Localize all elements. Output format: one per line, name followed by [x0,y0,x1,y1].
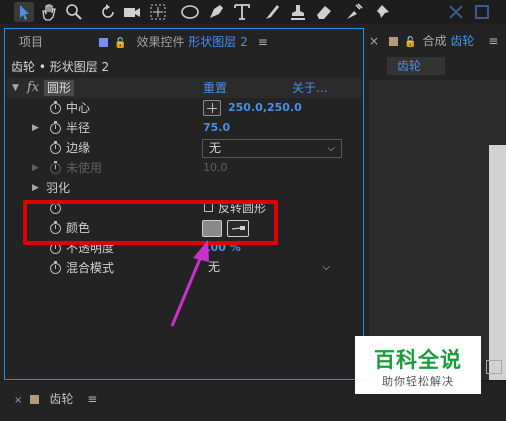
panel-menu-icon[interactable]: ≡ [87,390,97,408]
hand-tool-icon[interactable] [38,2,58,22]
composition-viewer[interactable] [369,80,506,380]
panel-color-icon [389,37,399,46]
zoom-tool-icon[interactable] [64,2,84,22]
stopwatch-icon[interactable] [50,121,61,134]
watermark-subtitle: 助你轻松解决 [382,375,454,388]
fx-toggle-icon[interactable]: fx [27,78,39,98]
type-tool-icon[interactable] [232,2,252,22]
panel-menu-icon[interactable]: ≡ [488,32,498,50]
param-row-edge: 边缘 无 ⌵ [6,138,362,158]
camera-tool-icon[interactable] [122,2,142,22]
tab-project[interactable]: 项目 [19,33,43,51]
stopwatch-icon[interactable] [50,101,61,114]
composition-name[interactable]: 齿轮 [450,34,474,48]
panel-color-icon [30,395,40,404]
close-icon[interactable]: × [14,395,22,406]
brush-tool-icon[interactable] [262,2,282,22]
edge-dropdown[interactable]: 无 ⌵ [202,139,342,158]
puppet-pin-tool-icon[interactable] [374,2,394,22]
tools-toolbar [0,0,506,24]
selection-tool-icon[interactable] [14,2,34,22]
param-group-feather[interactable]: ▶ 羽化 [6,178,362,198]
stopwatch-icon[interactable] [50,261,61,274]
watermark-title: 百科全说 [374,348,462,372]
tab-project-label: 项目 [19,35,44,49]
blend-mode-value: 无 [208,260,221,274]
reset-link[interactable]: 重置 [203,78,227,98]
tab-effects-label: 效果控件 [136,35,185,49]
tab-effect-controls[interactable]: 🔓 效果控件 形状图层 2 ≡ [99,33,268,51]
rotate-tool-icon[interactable] [98,2,118,22]
param-label-feather: 羽化 [46,181,71,195]
composition-panel: × 🔓 合成 齿轮 ≡ 齿轮 [369,28,506,380]
param-row-center: 中心 250.0,250.0 [6,98,362,118]
clone-stamp-tool-icon[interactable] [288,2,308,22]
tab-composition-label: 合成 [422,34,447,48]
param-label-unused: 未使用 [66,161,103,175]
effect-header-row[interactable]: ▼ fx 圆形 重置 关于... [6,78,362,98]
pen-tool-icon[interactable] [206,2,226,22]
composition-canvas[interactable] [489,145,506,380]
eraser-tool-icon[interactable] [314,2,334,22]
breadcrumb: 齿轮 • 形状图层 2 [11,60,110,74]
tab-composition[interactable]: × 🔓 合成 齿轮 ≡ [369,32,498,50]
snapping-icon[interactable] [446,2,466,22]
align-icon[interactable] [472,2,492,22]
roto-brush-tool-icon[interactable] [344,2,364,22]
param-row-blend-mode: 混合模式 无 ⌵ [6,258,362,278]
param-row-radius: ▶ 半径 75.0 [6,118,362,138]
about-link[interactable]: 关于... [292,78,327,98]
panel-menu-icon[interactable]: ≡ [258,33,268,51]
tab-timeline[interactable]: × 齿轮 ≡ [14,390,97,408]
close-icon[interactable]: × [369,34,379,48]
param-value-center[interactable]: 250.0,250.0 [228,98,302,118]
blend-mode-dropdown[interactable]: 无 ⌵ [202,259,336,278]
param-value-radius[interactable]: 75.0 [203,118,230,138]
chevron-down-icon: ⌵ [322,262,330,273]
tab-timeline-label: 齿轮 [49,392,74,406]
param-label-radius: 半径 [66,121,91,135]
expand-triangle-icon[interactable]: ▶ [32,178,39,198]
param-label-blend-mode: 混合模式 [66,261,115,275]
param-row-unused: ▶ 未使用 10.0 [6,158,362,178]
pan-behind-tool-icon[interactable] [148,2,168,22]
watermark-logo: 百科全说 助你轻松解决 [355,336,481,394]
collapse-triangle-icon[interactable]: ▼ [12,78,19,98]
tab-layer-name[interactable]: 形状图层 2 [188,35,247,49]
chevron-down-icon: ⌵ [327,143,335,154]
composition-subtab[interactable]: 齿轮 [387,57,445,75]
param-value-unused: 10.0 [203,161,228,174]
param-label-edge: 边缘 [66,141,91,155]
ellipse-tool-icon[interactable] [180,2,200,22]
stopwatch-icon [50,161,61,174]
effect-name[interactable]: 圆形 [44,80,75,96]
edge-dropdown-value: 无 [209,141,222,155]
panel-color-icon [99,38,108,47]
expand-triangle-icon: ▶ [32,163,39,173]
param-label-center: 中心 [66,101,91,115]
region-of-interest-icon[interactable] [486,360,502,374]
highlight-box [23,200,278,245]
lock-icon[interactable]: 🔓 [404,34,416,52]
point-picker-button[interactable] [203,100,221,116]
lock-icon[interactable]: 🔓 [114,35,126,53]
expand-triangle-icon[interactable]: ▶ [32,118,39,138]
stopwatch-icon[interactable] [50,141,61,154]
